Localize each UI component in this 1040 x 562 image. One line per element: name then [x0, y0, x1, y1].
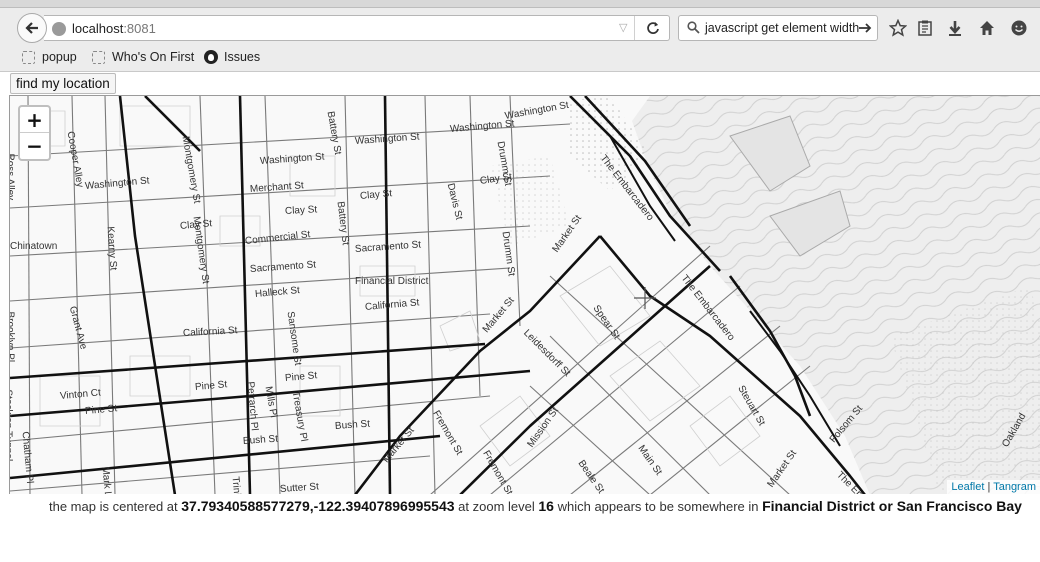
- map-basemap[interactable]: [10, 96, 1040, 494]
- street-label: Stockton Tunnel: [9, 389, 14, 462]
- tab-strip[interactable]: [0, 0, 1040, 8]
- bookmark-label: popup: [42, 50, 77, 64]
- map-attribution: Leaflet | Tangram: [947, 480, 1040, 494]
- zoom-control: + −: [18, 105, 51, 161]
- district-label: Financial District: [355, 276, 429, 287]
- bookmark-label: Issues: [224, 50, 261, 64]
- find-my-location-button[interactable]: find my location: [10, 73, 116, 94]
- zoom-in-button[interactable]: +: [20, 107, 49, 133]
- crosshair-icon: [634, 287, 656, 309]
- reading-list-icon[interactable]: [914, 17, 936, 39]
- home-icon[interactable]: [976, 17, 998, 39]
- map-status-text: the map is centered at 37.79340588577279…: [49, 498, 1022, 514]
- street-label: Brooklyn Pl: [9, 311, 16, 363]
- page-icon: [92, 50, 105, 64]
- center-coordinates: 37.79340588577279,-122.39407896995543: [181, 498, 455, 514]
- map-view[interactable]: + − Washington St Washington St Washington…: [9, 95, 1040, 494]
- bookmark-label: Who's On First: [112, 50, 195, 64]
- back-button[interactable]: [17, 13, 47, 43]
- reload-icon: [646, 22, 659, 34]
- search-bar[interactable]: javascript get element width: [678, 15, 878, 41]
- zoom-level: 16: [538, 498, 554, 514]
- history-dropdown-icon[interactable]: ▽: [619, 21, 627, 34]
- search-go-icon[interactable]: [857, 20, 873, 36]
- github-icon: [204, 50, 218, 64]
- downloads-icon[interactable]: [944, 17, 966, 39]
- site-info-icon[interactable]: [52, 22, 66, 36]
- street-label: Sutter St: [279, 481, 320, 494]
- url-text[interactable]: localhost:8081: [72, 21, 156, 36]
- bookmark-whos-on-first[interactable]: Who's On First: [92, 48, 194, 66]
- page-icon: [22, 50, 35, 64]
- reload-button[interactable]: [634, 16, 670, 40]
- url-bar[interactable]: localhost:8081 ▽: [44, 15, 670, 41]
- hello-chat-icon[interactable]: [1008, 17, 1030, 39]
- place-name: Financial District or San Francisco Bay: [762, 498, 1022, 514]
- back-arrow-icon: [25, 22, 38, 34]
- leaflet-link[interactable]: Leaflet: [951, 481, 984, 493]
- search-query[interactable]: javascript get element width: [705, 21, 859, 35]
- bookmark-star-icon[interactable]: [887, 17, 909, 39]
- status-which-text: which appears to be somewhere in: [557, 499, 759, 514]
- status-zoom-text: at zoom level: [458, 499, 535, 514]
- url-port: :8081: [123, 21, 156, 36]
- bookmark-popup[interactable]: popup: [22, 48, 77, 66]
- tangram-link[interactable]: Tangram: [993, 481, 1036, 493]
- browser-chrome: localhost:8081 ▽ javascript get element …: [0, 0, 1040, 72]
- zoom-out-button[interactable]: −: [20, 133, 49, 159]
- attribution-separator: |: [987, 481, 991, 493]
- street-label: Clay St: [284, 204, 318, 217]
- search-icon: [687, 21, 700, 34]
- bookmark-issues[interactable]: Issues: [204, 48, 260, 66]
- status-prefix: the map is centered at: [49, 499, 178, 514]
- url-host: localhost: [72, 21, 124, 36]
- street-label: Ross Alley: [9, 153, 16, 201]
- street-label: Chinatown: [10, 241, 58, 252]
